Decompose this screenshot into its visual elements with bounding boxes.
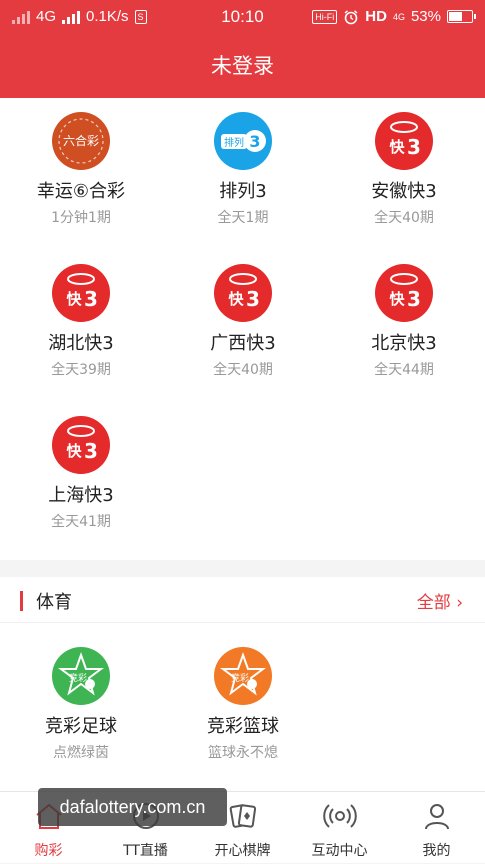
game-name: 上海快3 <box>48 485 114 506</box>
svg-text:3: 3 <box>249 132 260 151</box>
user-icon <box>424 804 449 830</box>
game-name: 湖北快3 <box>48 333 114 354</box>
sports-section-header: 体育 全部 › <box>0 577 485 623</box>
svg-text:快: 快 <box>66 290 82 308</box>
game-name: 安徽快3 <box>371 181 437 202</box>
svg-text:竞彩: 竞彩 <box>231 672 249 684</box>
game-item-football[interactable]: 竞彩 竞彩足球 点燃绿茵 <box>0 647 162 762</box>
basketball-logo-icon: 竞彩 <box>214 647 272 705</box>
game-name: 排列3 <box>219 181 267 202</box>
svg-text:快: 快 <box>389 138 405 156</box>
svg-text:竞彩: 竞彩 <box>69 672 87 684</box>
svg-text:3: 3 <box>246 287 260 311</box>
game-period: 全天41期 <box>51 514 111 530</box>
tab-interaction[interactable]: 互动中心 <box>291 792 388 864</box>
kuai3-logo-icon: 快 3 <box>52 416 110 474</box>
liuhecai-logo-icon: 六合彩 <box>52 112 110 170</box>
game-name: 北京快3 <box>371 333 437 354</box>
battery-percent: 53% <box>410 8 441 25</box>
battery-icon <box>447 10 476 23</box>
game-item-hubei-kuai3[interactable]: 快 3 湖北快3 全天39期 <box>0 264 162 379</box>
game-period: 点燃绿茵 <box>53 745 109 761</box>
game-item-shanghai-kuai3[interactable]: 快 3 上海快3 全天41期 <box>0 416 162 531</box>
football-logo-icon: 竞彩 <box>52 647 110 705</box>
tab-label: 我的 <box>422 843 451 859</box>
pailie3-logo-text: 排列 <box>224 136 244 149</box>
watermark: dafalottery.com.cn <box>38 788 227 826</box>
game-item-beijing-kuai3[interactable]: 快 3 北京快3 全天44期 <box>323 264 485 379</box>
pailie3-logo-icon: 排列 3 <box>214 112 272 170</box>
game-name: 竞彩足球 <box>45 716 117 737</box>
game-name: 广西快3 <box>210 333 276 354</box>
game-item-pailie3[interactable]: 排列 3 排列3 全天1期 <box>162 112 324 227</box>
svg-text:3: 3 <box>407 135 421 159</box>
lottery-grid: 六合彩 幸运⑥合彩 1分钟1期 排列 3 排列3 全天1期 快 3 安徽快3 全… <box>0 98 485 560</box>
tab-label: 购彩 <box>34 843 63 859</box>
game-period: 全天1期 <box>217 210 269 226</box>
sports-section: 体育 全部 › 竞彩 竞彩足球 点燃绿茵 竞彩 竞彩篮球 篮球永不熄 <box>0 577 485 791</box>
game-period: 1分钟1期 <box>51 210 111 226</box>
view-all-link[interactable]: 全部 › <box>417 588 463 613</box>
net4g-badge: 4G <box>392 11 405 22</box>
svg-text:3: 3 <box>84 439 98 463</box>
cards-icon <box>229 804 256 828</box>
game-period: 全天40期 <box>213 362 273 378</box>
game-period: 篮球永不熄 <box>208 745 278 761</box>
status-bar: 4G 0.1K/s S 10:10 Hi-Fi HD 4G 53% <box>0 0 485 34</box>
tab-label: 互动中心 <box>311 843 368 859</box>
alarm-icon <box>344 9 358 24</box>
hd-badge: HD <box>365 8 387 25</box>
kuai3-logo-icon: 快 3 <box>375 112 433 170</box>
game-name: 竞彩篮球 <box>207 716 279 737</box>
page-title[interactable]: 未登录 <box>0 34 485 98</box>
section-accent-bar <box>20 591 23 611</box>
game-name: 幸运⑥合彩 <box>36 181 126 202</box>
game-period: 全天44期 <box>374 362 434 378</box>
tab-label: 开心棋牌 <box>214 843 271 859</box>
svg-text:3: 3 <box>407 287 421 311</box>
game-item-liuhecai[interactable]: 六合彩 幸运⑥合彩 1分钟1期 <box>0 112 162 227</box>
kuai3-logo-icon: 快 3 <box>375 264 433 322</box>
svg-text:快: 快 <box>66 442 82 460</box>
game-item-anhui-kuai3[interactable]: 快 3 安徽快3 全天40期 <box>323 112 485 227</box>
hifi-badge: Hi-Fi <box>312 9 338 24</box>
svg-text:快: 快 <box>228 290 244 308</box>
game-period: 全天40期 <box>374 210 434 226</box>
game-item-basketball[interactable]: 竞彩 竞彩篮球 篮球永不熄 <box>162 647 324 762</box>
kuai3-logo-icon: 快 3 <box>52 264 110 322</box>
tab-label: TT直播 <box>123 843 168 859</box>
game-period: 全天39期 <box>51 362 111 378</box>
svg-text:快: 快 <box>389 290 405 308</box>
svg-text:3: 3 <box>84 287 98 311</box>
broadcast-icon <box>322 804 357 828</box>
section-title: 体育 <box>36 592 72 613</box>
tab-mine[interactable]: 我的 <box>388 792 485 864</box>
liuhecai-logo-text: 六合彩 <box>63 133 99 148</box>
kuai3-logo-icon: 快 3 <box>214 264 272 322</box>
game-item-guangxi-kuai3[interactable]: 快 3 广西快3 全天40期 <box>162 264 324 379</box>
